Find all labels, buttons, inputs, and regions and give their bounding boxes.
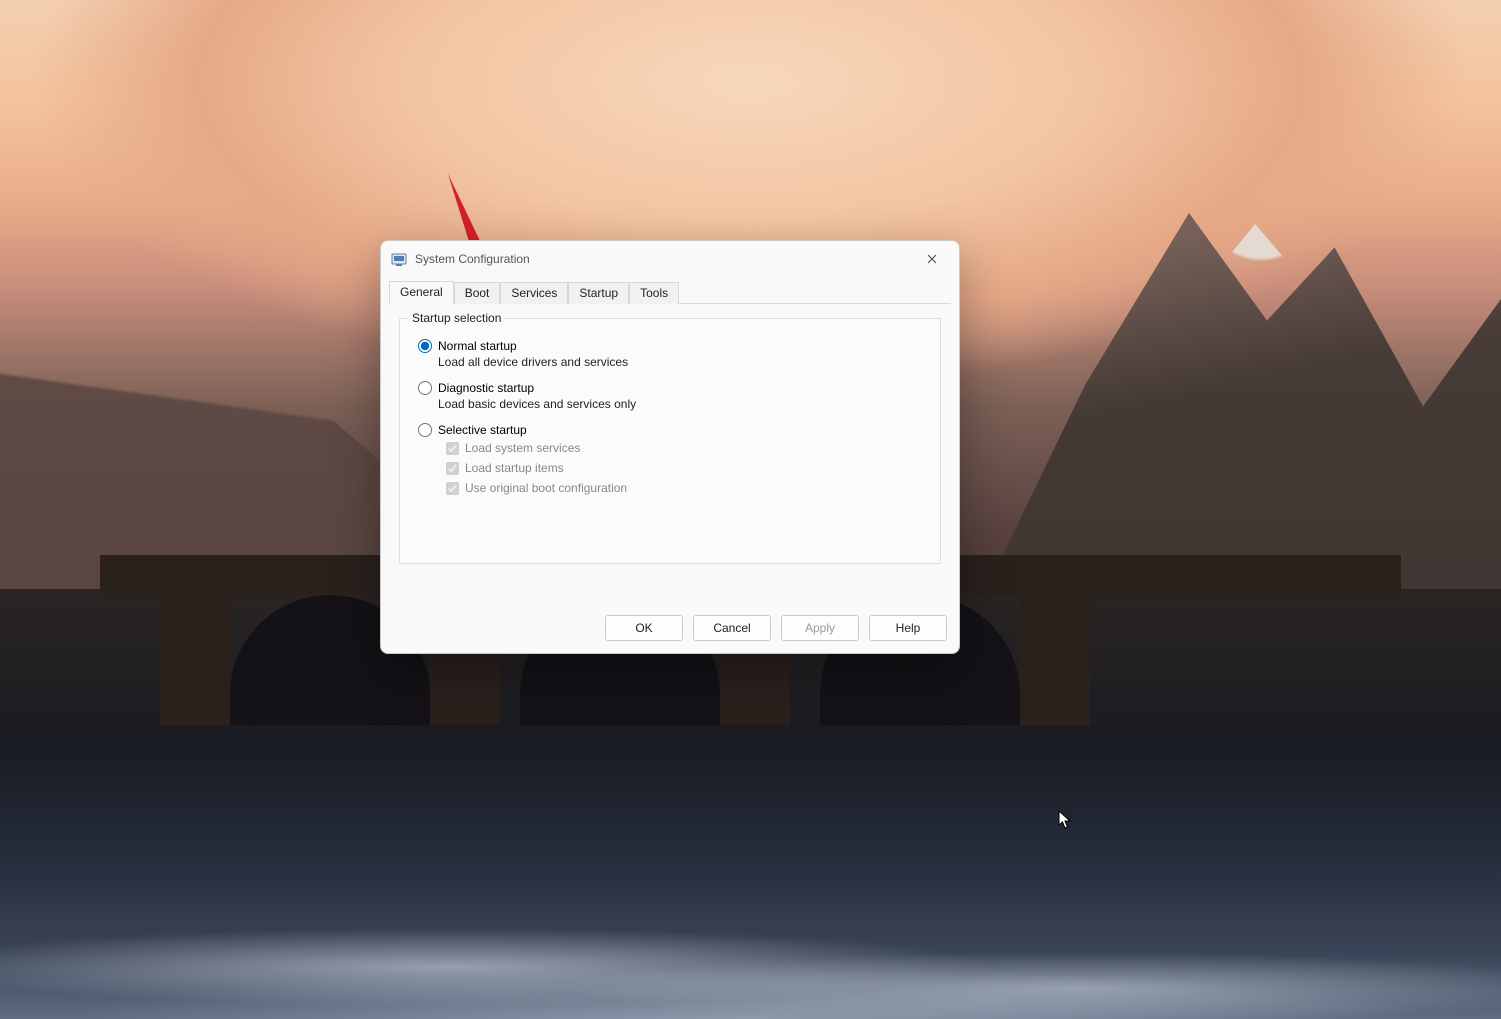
tab-boot[interactable]: Boot — [454, 282, 501, 304]
radio-input[interactable] — [418, 381, 432, 395]
tab-content-general: Startup selection Normal startup Load al… — [381, 304, 959, 564]
tab-label: Services — [511, 286, 557, 300]
check-load-system-services: Load system services — [446, 441, 926, 455]
msconfig-icon — [391, 251, 407, 267]
radio-normal-startup[interactable]: Normal startup — [418, 339, 926, 353]
startup-selection-group: Startup selection Normal startup Load al… — [399, 318, 941, 564]
radio-label: Normal startup — [438, 339, 517, 353]
radio-label: Selective startup — [438, 423, 527, 437]
button-label: Apply — [805, 621, 835, 635]
check-load-startup-items: Load startup items — [446, 461, 926, 475]
tab-tools[interactable]: Tools — [629, 282, 679, 304]
cancel-button[interactable]: Cancel — [693, 615, 771, 641]
wallpaper-foam — [0, 759, 1501, 1019]
checkbox-label: Load system services — [465, 441, 580, 455]
tab-label: Boot — [465, 286, 490, 300]
tab-services[interactable]: Services — [500, 282, 568, 304]
tab-label: Startup — [579, 286, 618, 300]
help-button[interactable]: Help — [869, 615, 947, 641]
close-button[interactable] — [911, 245, 953, 273]
close-icon — [927, 254, 937, 264]
radio-selective-startup[interactable]: Selective startup — [418, 423, 926, 437]
tab-label: Tools — [640, 286, 668, 300]
tab-startup[interactable]: Startup — [568, 282, 629, 304]
radio-input[interactable] — [418, 423, 432, 437]
group-legend: Startup selection — [408, 311, 505, 325]
dialog-title: System Configuration — [415, 252, 530, 266]
radio-diagnostic-startup[interactable]: Diagnostic startup — [418, 381, 926, 395]
button-label: Help — [896, 621, 921, 635]
checkbox-label: Load startup items — [465, 461, 564, 475]
checkbox-label: Use original boot configuration — [465, 481, 627, 495]
ok-button[interactable]: OK — [605, 615, 683, 641]
radio-label: Diagnostic startup — [438, 381, 534, 395]
checkbox-input — [446, 442, 459, 455]
tab-general[interactable]: General — [389, 281, 454, 304]
desktop: System Configuration General Boot Servic… — [0, 0, 1501, 1019]
radio-normal-desc: Load all device drivers and services — [438, 355, 926, 369]
dialog-footer: OK Cancel Apply Help — [605, 615, 947, 641]
tab-strip: General Boot Services Startup Tools — [389, 279, 951, 304]
checkbox-input — [446, 462, 459, 475]
radio-diagnostic-desc: Load basic devices and services only — [438, 397, 926, 411]
system-configuration-dialog: System Configuration General Boot Servic… — [380, 240, 960, 654]
radio-input[interactable] — [418, 339, 432, 353]
checkbox-input — [446, 482, 459, 495]
tab-label: General — [400, 285, 443, 299]
apply-button: Apply — [781, 615, 859, 641]
check-original-boot-config: Use original boot configuration — [446, 481, 926, 495]
button-label: OK — [635, 621, 652, 635]
titlebar[interactable]: System Configuration — [381, 241, 959, 277]
button-label: Cancel — [713, 621, 750, 635]
